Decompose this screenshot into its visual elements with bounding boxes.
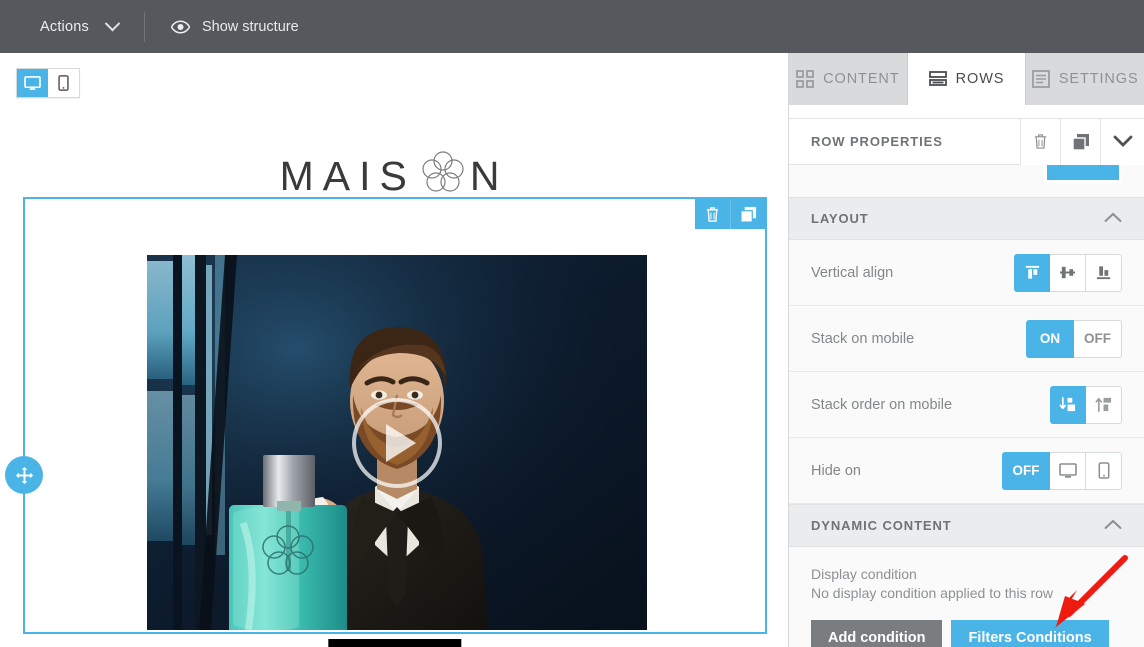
row-properties-duplicate-button[interactable] [1060,118,1100,165]
properties-panel: CONTENT ROWS SETTINGS ROW PROPERTIES LAY… [788,53,1144,647]
dynamic-content-section-title: DYNAMIC CONTENT [811,518,952,533]
vertical-align-label: Vertical align [811,264,894,281]
trash-icon [1034,134,1047,149]
tab-content[interactable]: CONTENT [789,53,908,105]
layout-section-title: LAYOUT [811,211,869,226]
desktop-preview-button[interactable] [17,69,48,97]
filters-conditions-button[interactable]: Filters Conditions [951,620,1109,647]
stack-on-mobile-label: Stack on mobile [811,330,915,347]
stack-on-mobile-segmented: ON OFF [1026,319,1122,358]
play-triangle [386,423,416,462]
hide-on-label: Hide on [811,462,861,479]
settings-list-icon [1031,70,1050,88]
sort-up-icon [1095,397,1111,412]
duplicate-icon [739,206,756,223]
show-structure-button[interactable]: Show structure [145,0,321,53]
desktop-icon [24,75,41,90]
align-bottom-icon [1096,266,1111,280]
align-top-button[interactable] [1014,253,1050,292]
row-drag-handle[interactable] [5,456,43,494]
duplicate-icon [1071,133,1089,151]
align-top-icon [1025,265,1039,279]
tab-settings[interactable]: SETTINGS [1026,53,1144,105]
property-hide-on: Hide on OFF [789,438,1144,504]
sort-down-icon [1059,397,1076,412]
align-middle-button[interactable] [1050,253,1086,292]
property-stack-order-on-mobile: Stack order on mobile [789,372,1144,438]
tab-content-label: CONTENT [823,71,900,87]
align-middle-icon [1059,266,1076,279]
tab-settings-label: SETTINGS [1058,71,1139,87]
display-condition-value: No display condition applied to this row [811,585,1054,601]
stack-order-label: Stack order on mobile [811,396,953,413]
display-condition-label: Display condition [811,566,917,582]
row-properties-title: ROW PROPERTIES [811,134,943,149]
tab-rows-label: ROWS [955,71,1005,87]
row-delete-button[interactable] [695,199,730,229]
row-toolbar [695,199,765,229]
chevron-up-icon [1104,211,1122,226]
tab-rows[interactable]: ROWS [907,53,1027,105]
hide-on-segmented: OFF [1002,451,1122,490]
actions-label: Actions [40,18,89,35]
row-properties-collapse-button[interactable] [1100,118,1144,165]
mobile-preview-button[interactable] [48,69,79,97]
panel-scroll-cutoff [789,165,1144,197]
logo-text-end: N [469,153,509,199]
panel-tabs: CONTENT ROWS SETTINGS [789,53,1144,105]
top-toolbar: Actions Show structure [0,0,1144,53]
chevron-up-icon [1104,518,1122,533]
scrolled-action-button[interactable] [1044,165,1122,183]
stack-on-mobile-off-button[interactable]: OFF [1074,319,1122,358]
row-properties-delete-button[interactable] [1020,118,1060,165]
panel-tab-gap [789,105,1144,119]
trash-icon [706,206,719,222]
hide-on-off-button[interactable]: OFF [1002,451,1050,490]
property-vertical-align: Vertical align [789,240,1144,306]
stack-order-segmented [1050,385,1122,424]
add-condition-button[interactable]: Add condition [811,620,943,647]
dynamic-content-body: Display condition No display condition a… [789,547,1144,647]
align-bottom-button[interactable] [1086,253,1122,292]
property-stack-on-mobile: Stack on mobile ON OFF [789,306,1144,372]
play-button-icon[interactable] [352,397,442,488]
email-editor-app: Actions Show structure MAIS N CONTENT RO… [0,0,1144,647]
chevron-down-icon [1113,135,1132,147]
logo-text-start: MAIS [279,153,416,199]
section-header-layout[interactable]: LAYOUT [789,197,1144,240]
row-duplicate-button[interactable] [730,199,765,229]
selected-row[interactable]: Click here [5,197,767,647]
mobile-icon [1098,462,1109,479]
email-canvas: MAIS N CONTACTLAB [0,53,788,647]
stack-order-ascending-button[interactable] [1086,385,1122,424]
rows-icon [928,71,947,86]
dynamic-content-actions: Add condition Filters Conditions [811,620,1122,647]
row-properties-header: ROW PROPERTIES [789,118,1144,165]
hide-on-desktop-button[interactable] [1050,451,1086,490]
grid-icon [796,70,815,88]
device-preview-toggle [16,68,80,98]
section-header-dynamic-content[interactable]: DYNAMIC CONTENT [789,504,1144,547]
stack-order-descending-button[interactable] [1050,385,1086,424]
chevron-down-icon [104,15,121,32]
show-structure-label: Show structure [201,18,299,35]
click-here-button[interactable]: Click here [328,639,462,647]
move-icon [15,466,33,484]
hero-video-thumbnail[interactable] [147,255,647,630]
actions-dropdown[interactable]: Actions [0,0,144,53]
desktop-icon [1058,462,1077,478]
stack-on-mobile-on-button[interactable]: ON [1026,319,1074,358]
eye-icon [170,20,190,34]
vertical-align-segmented [1014,253,1122,292]
mobile-icon [58,75,69,91]
hide-on-mobile-button[interactable] [1086,451,1122,490]
